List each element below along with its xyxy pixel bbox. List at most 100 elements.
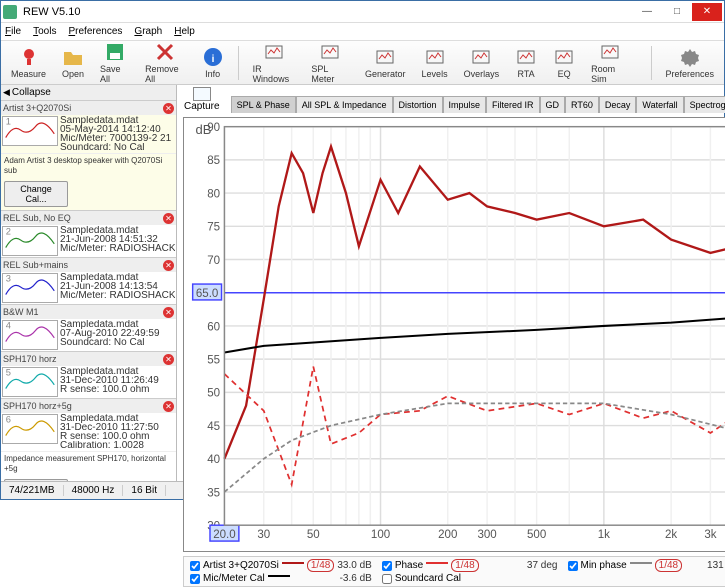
remove-all-button[interactable]: Remove All — [141, 39, 190, 86]
remove-measurement-icon[interactable]: ✕ — [163, 103, 174, 114]
svg-text:200: 200 — [438, 529, 457, 541]
rta-button[interactable]: RTA — [511, 44, 541, 81]
remove-measurement-icon[interactable]: ✕ — [163, 213, 174, 224]
measurement-thumbnail: 6 — [2, 414, 58, 444]
main-toolbar: Measure Open Save AllRemove All iInfo IR Win… — [1, 41, 724, 85]
remove-measurement-icon[interactable]: ✕ — [163, 307, 174, 318]
svg-text:50: 50 — [307, 529, 320, 541]
legend-item[interactable]: Min phase1/48131 deg — [568, 559, 725, 572]
legend-checkbox[interactable] — [382, 561, 392, 571]
svg-text:100: 100 — [371, 529, 390, 541]
measurement-item[interactable]: Artist 3+Q2070Si✕1Sampledata.mdat05-May-… — [1, 101, 176, 211]
menu-help[interactable]: Help — [174, 26, 195, 37]
legend-item[interactable]: Artist 3+Q2070Si1/4833.0 dB — [190, 559, 372, 572]
svg-text:45: 45 — [207, 421, 220, 433]
tab-impulse[interactable]: Impulse — [443, 96, 487, 113]
overlays-button[interactable]: Overlays — [460, 44, 504, 81]
measurement-thumbnail: 1 — [2, 116, 58, 146]
measurement-item[interactable]: REL Sub+mains✕3Sampledata.mdat21-Jun-200… — [1, 258, 176, 305]
capture-button[interactable]: Capture — [181, 86, 223, 113]
measurement-thumbnail: 5 — [2, 367, 58, 397]
measurement-notes: Adam Artist 3 desktop speaker with Q2070… — [1, 153, 176, 178]
levels-button[interactable]: Levels — [418, 44, 452, 81]
measurement-item[interactable]: REL Sub, No EQ✕2Sampledata.mdat21-Jun-20… — [1, 211, 176, 258]
remove-measurement-icon[interactable]: ✕ — [163, 260, 174, 271]
spl-phase-chart[interactable]: 30354045505560657075808590-270-180-90090… — [183, 117, 725, 552]
tab-gd[interactable]: GD — [540, 96, 566, 113]
chart-tabs-bar: Capture SPL & PhaseAll SPL & ImpedanceDi… — [177, 85, 725, 115]
generator-button[interactable]: Generator — [361, 44, 410, 81]
chart-legend: Artist 3+Q2070Si1/4833.0 dB Phase1/4837 d… — [183, 556, 725, 587]
svg-text:80: 80 — [207, 188, 220, 200]
status-memory: 74/221MB — [1, 485, 64, 496]
legend-item[interactable]: Mic/Meter Cal-3.6 dB — [190, 573, 372, 584]
remove-measurement-icon[interactable]: ✕ — [163, 354, 174, 365]
preferences-button[interactable]: Preferences — [661, 44, 718, 81]
tab-all-spl---impedance[interactable]: All SPL & Impedance — [296, 96, 393, 113]
tab-decay[interactable]: Decay — [599, 96, 637, 113]
svg-text:70: 70 — [207, 255, 220, 267]
minimize-button[interactable]: — — [632, 3, 662, 21]
open-button[interactable]: Open — [58, 44, 88, 81]
svg-text:300: 300 — [477, 529, 496, 541]
svg-text:35: 35 — [207, 487, 220, 499]
measurement-item[interactable]: SPH170 horz✕5Sampledata.mdat31-Dec-2010 … — [1, 352, 176, 399]
menu-graph[interactable]: Graph — [134, 26, 162, 37]
measurement-notes: Impedance measurement SPH170, horizontal… — [1, 451, 176, 476]
measure-button[interactable]: Measure — [7, 44, 50, 81]
tab-waterfall[interactable]: Waterfall — [636, 96, 683, 113]
collapse-button[interactable]: ◀ Collapse — [1, 85, 176, 101]
legend-checkbox[interactable] — [568, 561, 578, 571]
svg-text:55: 55 — [207, 354, 220, 366]
svg-text:1k: 1k — [598, 529, 610, 541]
save-all-button[interactable]: Save All — [96, 39, 133, 86]
legend-checkbox[interactable] — [190, 561, 200, 571]
measurement-thumbnail: 3 — [2, 273, 58, 303]
tab-rt--[interactable]: RT60 — [565, 96, 599, 113]
menu-tools[interactable]: Tools — [33, 26, 56, 37]
svg-text:5: 5 — [6, 368, 11, 377]
svg-text:30: 30 — [257, 529, 270, 541]
eq-button[interactable]: EQ — [549, 44, 579, 81]
tab-spl---phase[interactable]: SPL & Phase — [231, 96, 296, 113]
measurements-panel: ◀ Collapse Artist 3+Q2070Si✕1Sampledata.… — [1, 85, 177, 481]
legend-checkbox[interactable] — [382, 574, 392, 584]
measurement-item[interactable]: SPH170 horz+5g✕6Sampledata.mdat31-Dec-20… — [1, 399, 176, 481]
measurement-thumbnail: 4 — [2, 320, 58, 350]
legend-checkbox[interactable] — [190, 574, 200, 584]
info-button[interactable]: iInfo — [198, 44, 228, 81]
svg-text:4: 4 — [6, 321, 11, 330]
legend-item[interactable]: Phase1/4837 deg — [382, 559, 558, 572]
svg-text:2: 2 — [6, 227, 11, 236]
spl-meter-button[interactable]: SPL Meter — [307, 39, 353, 86]
close-button[interactable]: ✕ — [692, 3, 722, 21]
svg-text:60: 60 — [207, 321, 220, 333]
menu-preferences[interactable]: Preferences — [68, 26, 122, 37]
svg-text:65.0: 65.0 — [196, 288, 218, 300]
title-bar: REW V5.10 — □ ✕ — [1, 1, 724, 23]
tab-spectrogram[interactable]: Spectrogram — [684, 96, 725, 113]
svg-text:85: 85 — [207, 155, 220, 167]
svg-text:20.0: 20.0 — [213, 529, 235, 541]
measurement-item[interactable]: B&W M1✕4Sampledata.mdat07-Aug-2010 22:49… — [1, 305, 176, 352]
status-bitdepth: 16 Bit — [123, 485, 166, 496]
change-cal-button[interactable]: Change Cal... — [4, 479, 68, 481]
svg-text:75: 75 — [207, 222, 220, 234]
tab-distortion[interactable]: Distortion — [393, 96, 443, 113]
room-sim-button[interactable]: Room Sim — [587, 39, 632, 86]
svg-text:dB: dB — [196, 122, 212, 137]
menu-file[interactable]: File — [5, 26, 21, 37]
remove-measurement-icon[interactable]: ✕ — [163, 401, 174, 412]
maximize-button[interactable]: □ — [662, 3, 692, 21]
app-icon — [3, 5, 17, 19]
svg-text:50: 50 — [207, 388, 220, 400]
tab-filtered-ir[interactable]: Filtered IR — [486, 96, 540, 113]
legend-item[interactable]: Soundcard Cal — [382, 573, 558, 584]
status-samplerate: 48000 Hz — [64, 485, 124, 496]
change-cal-button[interactable]: Change Cal... — [4, 181, 68, 207]
svg-text:1: 1 — [6, 117, 11, 126]
chart-panel: Capture SPL & PhaseAll SPL & ImpedanceDi… — [177, 85, 725, 481]
svg-text:3k: 3k — [704, 529, 716, 541]
ir-windows-button[interactable]: IR Windows — [249, 39, 300, 86]
svg-text:2k: 2k — [665, 529, 677, 541]
